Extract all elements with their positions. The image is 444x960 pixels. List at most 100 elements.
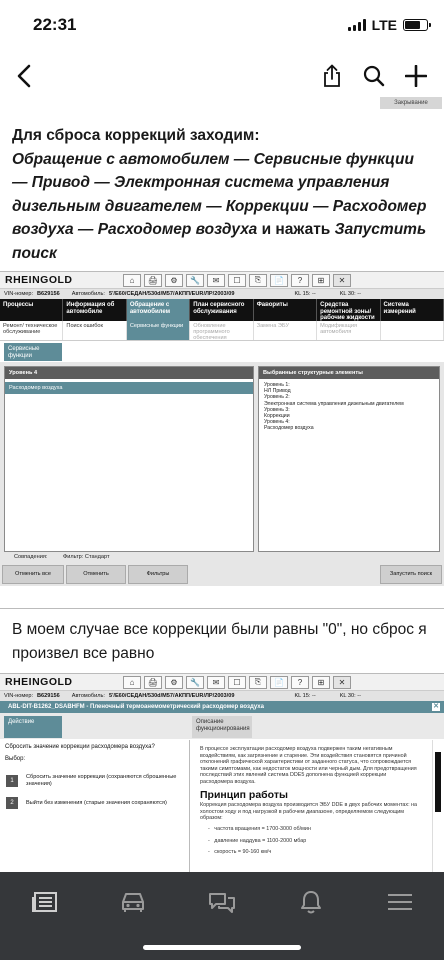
- kl30-value: KL 30: --: [339, 693, 361, 699]
- vin-value: B629156: [37, 693, 60, 699]
- choice-label: Выбор:: [5, 756, 26, 762]
- notification-bell-icon: [301, 891, 321, 914]
- vin-label: VIN-номер:: [4, 693, 34, 699]
- share-button[interactable]: [316, 60, 348, 92]
- wrench-icon: 🔧: [186, 273, 204, 287]
- car-value: 5'/E60/СЕДАН/530d/M57/АКПП/EUR/ЛР/2003/0…: [108, 291, 235, 297]
- principle-title: Принцип работы: [200, 788, 288, 801]
- reset-question: Сбросить значение коррекции расходомера …: [5, 744, 155, 750]
- description-scrollbar: [432, 740, 442, 872]
- rheingold-logo-2: RHEINGOLD: [5, 676, 73, 688]
- scrollbar-thumb: [435, 752, 441, 812]
- print-icon: 🖨: [144, 273, 162, 287]
- signal-icon: [347, 19, 366, 31]
- settings-icon: ⚙: [165, 675, 183, 689]
- status-bar: 22:31 LTE: [0, 0, 444, 52]
- chat-icon: [209, 893, 235, 913]
- help-icon: ?: [291, 675, 309, 689]
- bullet-text: давление наддува = 1100-2000 мбар: [214, 837, 307, 844]
- menu-measurement: Система измерений: [381, 299, 444, 321]
- submenu-repair: Ремонт/ техническое обслуживание: [0, 321, 64, 340]
- menu-favorites: Фавориты: [254, 299, 318, 321]
- matches-label: Совпадения:: [14, 554, 48, 560]
- dialog-tabs: Действие Описание функционирования: [0, 713, 444, 739]
- structure-list: Уровень 1: НЛ Привод Уровень 2: Электрон…: [259, 379, 439, 435]
- option-exit: 2 Выйти без изменения (старые значения с…: [6, 797, 183, 809]
- action-pane: Сбросить значение коррекции расходомера …: [0, 740, 190, 872]
- start-search-button: Запустить поиск: [380, 565, 442, 584]
- grid-icon: ⊞: [312, 675, 330, 689]
- main-menu: Процессы Информация об автомобиле Обраще…: [0, 299, 444, 321]
- document-icon: 📄: [270, 675, 288, 689]
- status-indicators: LTE: [347, 17, 431, 33]
- car-label: Автомобиль:: [71, 693, 105, 699]
- menu-vehicle-info: Информация об автомобиле: [63, 299, 127, 321]
- result-paragraph: В моем случае все коррекции были равны "…: [12, 621, 427, 662]
- description-pane: В процессе эксплуатации расходомер возду…: [192, 740, 428, 872]
- cancel-button: Отменить: [66, 565, 126, 584]
- submenu-service-functions: Сервисные функции: [126, 321, 191, 340]
- option-number: 2: [6, 797, 18, 809]
- menu-vehicle-handling: Обращение с автомобилем: [126, 299, 191, 321]
- principle-text: Коррекция расходомера воздуха производит…: [200, 802, 418, 822]
- option-text: Выйти без изменения (старые значения сох…: [26, 799, 167, 806]
- car-icon: [122, 893, 144, 912]
- home-indicator: [143, 945, 301, 950]
- dialog-close-icon: ✕: [432, 703, 440, 711]
- add-button[interactable]: [400, 60, 432, 92]
- network-label: LTE: [371, 17, 397, 33]
- tab-service-functions: Сервисные функции: [4, 343, 62, 361]
- bullet-item: - скорость = 90-160 км/ч: [208, 849, 272, 856]
- home-icon: ⌂: [123, 675, 141, 689]
- option-reset: 1 Сбросить значение коррекции (сохраняют…: [6, 774, 183, 787]
- tab-notifications[interactable]: [289, 884, 333, 920]
- menu-service-plan: План сервисного обслуживания: [190, 299, 254, 321]
- car-value: 5'/E60/СЕДАН/530d/M57/АКПП/EUR/ЛР/2003/0…: [108, 693, 235, 699]
- tab-menu[interactable]: [378, 884, 422, 920]
- principle-bullets: - частота вращения = 1700-3000 об/мин - …: [200, 826, 420, 856]
- feed-icon: [32, 892, 57, 912]
- rheingold-content: Уровень 4 Расходомер воздуха Выбранные с…: [0, 362, 444, 586]
- instruction-mid: и нажать: [257, 221, 335, 238]
- submenu-software-update: Обновление программного обеспечения: [190, 321, 254, 341]
- menu-processes: Процессы: [0, 299, 64, 321]
- tab-messages[interactable]: [200, 884, 244, 920]
- tab-feed[interactable]: [23, 884, 67, 920]
- tab-function-description: Описание функционирования: [192, 716, 252, 738]
- kl15-value: KL 15: --: [294, 291, 316, 297]
- home-icon: ⌂: [123, 273, 141, 287]
- option-number: 1: [6, 774, 18, 787]
- back-button[interactable]: [8, 60, 40, 92]
- submenu-diagnostics: Поиск ошибок: [63, 321, 127, 340]
- closing-chip: Закрывание: [380, 97, 442, 109]
- search-button[interactable]: [358, 60, 390, 92]
- share-icon: [324, 64, 340, 87]
- level-selected-item: Расходомер воздуха: [5, 382, 253, 394]
- vin-label: VIN-номер:: [4, 291, 34, 297]
- mail-icon: ✉: [207, 675, 225, 689]
- menu-workshop-tools: Средства ремонтной зоны/ рабочие жидкост…: [317, 299, 381, 321]
- description-text: В процессе эксплуатации расходомер возду…: [200, 746, 417, 785]
- vin-value: B629156: [37, 291, 60, 297]
- structure-header: Выбранные структурные элементы: [259, 367, 439, 379]
- bullet-item: - давление наддува = 1100-2000 мбар: [208, 837, 307, 844]
- tab-garage[interactable]: [111, 884, 155, 920]
- filters-button: Фильтры: [128, 565, 188, 584]
- footer-buttons: Отменить все Отменить Фильтры Запустить …: [0, 565, 444, 586]
- filter-label: Фильтр: Стандарт: [63, 554, 110, 560]
- plus-icon: [405, 65, 427, 87]
- mail-icon: ✉: [207, 273, 225, 287]
- rheingold-screenshot-air-mass-reset: RHEINGOLD ⌂ 🖨 ⚙ 🔧 ✉ ☐ ⎘ 📄 ? ⊞ ✕ VIN-номе…: [0, 673, 444, 873]
- menu-icon: [388, 894, 412, 910]
- kl30-value: KL 30: --: [339, 291, 361, 297]
- kl15-value: KL 15: --: [294, 693, 316, 699]
- matches-row: Совпадения: Фильтр: Стандарт: [14, 554, 110, 560]
- level-header: Уровень 4: [5, 367, 253, 379]
- rheingold-screenshot-service-functions: RHEINGOLD ⌂ 🖨 ⚙ 🔧 ✉ ☐ ⎘ 📄 ? ⊞ ✕ VIN-номе…: [0, 271, 444, 609]
- instruction-lead: Для сброса коррекций заходим:: [12, 127, 260, 144]
- cancel-all-button: Отменить все: [2, 565, 64, 584]
- rheingold-header: RHEINGOLD ⌂ 🖨 ⚙ 🔧 ✉ ☐ ⎘ 📄 ? ⊞ ✕: [0, 272, 444, 289]
- chevron-left-icon: [17, 64, 31, 88]
- car-label: Автомобиль:: [71, 291, 105, 297]
- nav-bar: [0, 56, 444, 96]
